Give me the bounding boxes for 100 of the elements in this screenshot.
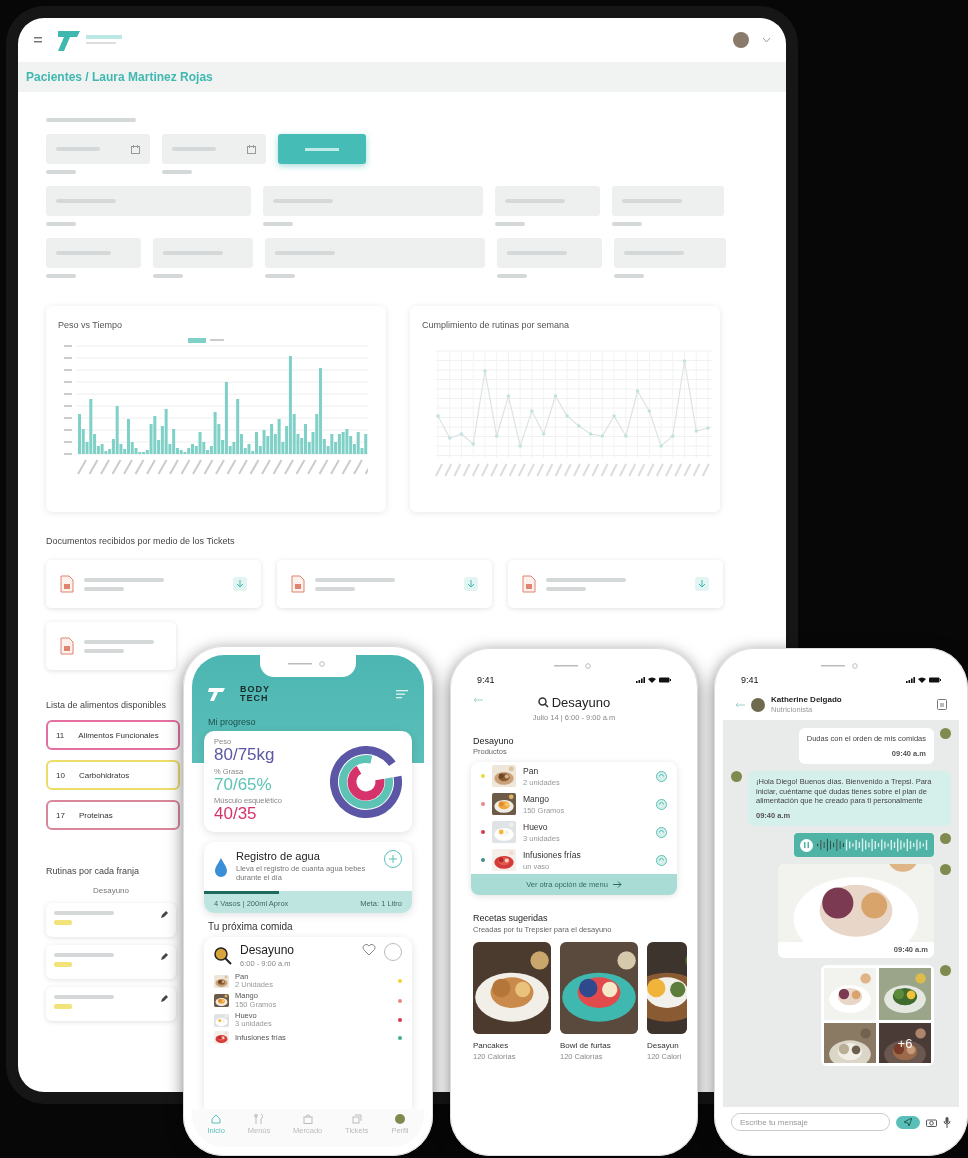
back-arrow-icon[interactable] <box>735 701 745 708</box>
data-point <box>541 432 546 436</box>
pdf-file-icon <box>291 575 305 593</box>
swap-icon[interactable] <box>656 770 667 782</box>
heart-icon[interactable] <box>362 942 376 956</box>
pdf-file-icon <box>60 637 74 655</box>
microphone-icon[interactable] <box>943 1116 951 1128</box>
search-icon <box>537 697 549 708</box>
brand-name: BODY TECH <box>240 685 271 703</box>
section-heading: Tu próxima comida <box>207 919 294 934</box>
phone-speaker-drawing <box>554 663 594 669</box>
text-field[interactable] <box>46 186 251 216</box>
water-drop-icon <box>214 858 228 879</box>
card-title: Registro de agua <box>236 850 321 863</box>
download-icon[interactable] <box>695 577 709 591</box>
food-group-chip[interactable]: 17 Proteinas <box>46 800 180 830</box>
calendar-icon[interactable] <box>247 144 256 154</box>
blurred-text <box>54 995 114 999</box>
pause-button[interactable] <box>800 838 813 852</box>
back-arrow-icon[interactable] <box>473 697 483 703</box>
food-group-name: Proteinas <box>78 810 113 820</box>
add-button[interactable] <box>384 850 402 869</box>
metric-value: 80/75kg <box>214 746 276 765</box>
photo-gallery[interactable]: +6 <box>821 965 934 1066</box>
ticket-icon <box>351 1114 362 1124</box>
shopping-bag-icon <box>302 1114 313 1124</box>
data-point <box>565 414 569 418</box>
data-point <box>706 426 710 430</box>
food-group-count: 11 <box>56 730 65 740</box>
swap-icon[interactable] <box>656 798 667 810</box>
food-group-chip[interactable]: 10 Carbohidratos <box>46 760 180 790</box>
avatar <box>751 697 765 712</box>
contact-name: Katherine Delgado <box>771 695 843 704</box>
voice-message[interactable] <box>794 833 934 857</box>
metric-value: 40/35 <box>214 805 257 825</box>
message-field[interactable]: Escribe tu mensaje <box>731 1113 890 1131</box>
menu-icon[interactable] <box>34 37 42 43</box>
pencil-icon[interactable] <box>160 953 168 961</box>
data-point <box>659 444 663 448</box>
text-field[interactable] <box>495 186 600 216</box>
data-point <box>671 434 675 438</box>
avatar <box>940 833 951 844</box>
text-field[interactable] <box>614 238 726 268</box>
data-point <box>471 442 475 446</box>
data-point <box>600 434 605 438</box>
date-field[interactable] <box>162 134 266 164</box>
text-field[interactable] <box>263 186 483 216</box>
meal-name: Desayuno <box>240 942 296 957</box>
data-point <box>459 432 464 436</box>
blurred-text <box>263 222 293 226</box>
camera-icon[interactable] <box>926 1117 937 1127</box>
logo-icon <box>208 687 226 701</box>
data-point <box>483 369 487 373</box>
swap-icon[interactable] <box>656 854 667 866</box>
pencil-icon[interactable] <box>160 995 168 1003</box>
calendar-icon[interactable] <box>131 144 140 154</box>
tag <box>54 962 72 967</box>
pencil-icon[interactable] <box>160 911 168 919</box>
recipe-name: Pancakes <box>473 1041 510 1050</box>
text-field[interactable] <box>46 238 141 268</box>
food-group-chip[interactable]: 11 Alimentos Funcionales <box>46 720 180 750</box>
text-field[interactable] <box>497 238 602 268</box>
section-heading: Lista de alimentos disponibles <box>46 700 167 710</box>
signal-icon <box>636 677 645 683</box>
food-group-count: 10 <box>56 770 65 780</box>
text-field[interactable] <box>153 238 253 268</box>
pdf-file-icon <box>522 575 536 593</box>
blurred-text <box>497 274 527 278</box>
filter-button[interactable] <box>278 134 366 164</box>
fork-knife-icon <box>254 1114 264 1124</box>
data-point <box>577 424 581 428</box>
meal-checkbox[interactable] <box>384 942 402 961</box>
avatar-icon[interactable] <box>733 31 749 49</box>
swap-icon[interactable] <box>656 826 667 838</box>
download-icon[interactable] <box>233 577 247 591</box>
product-name: Mango <box>523 793 550 804</box>
date-field[interactable] <box>46 134 150 164</box>
send-icon <box>904 1118 912 1126</box>
download-icon[interactable] <box>464 577 478 591</box>
product-name: Infusiones frías <box>523 849 582 860</box>
magnifier-icon <box>214 946 232 965</box>
blurred-text <box>54 953 114 957</box>
send-button[interactable] <box>896 1115 920 1129</box>
blurred-text <box>265 274 295 278</box>
menu-icon[interactable] <box>396 689 408 699</box>
blurred-text <box>46 170 76 174</box>
section-heading: Desayuno <box>473 736 514 746</box>
text-field[interactable] <box>612 186 724 216</box>
document-icon[interactable] <box>937 699 947 710</box>
blurred-text <box>84 639 154 644</box>
data-point <box>588 432 593 436</box>
column-heading: Desayuno <box>92 886 130 895</box>
section-heading: Mi progreso <box>207 716 257 729</box>
section-heading: Documentos recibidos por medio de los Tickets <box>46 536 235 546</box>
arrow-right-icon <box>612 881 622 888</box>
avatar <box>940 728 951 739</box>
chart-legend <box>188 338 224 343</box>
caret-icon[interactable] <box>763 38 770 42</box>
text-field[interactable] <box>265 238 485 268</box>
data-point <box>530 409 534 413</box>
